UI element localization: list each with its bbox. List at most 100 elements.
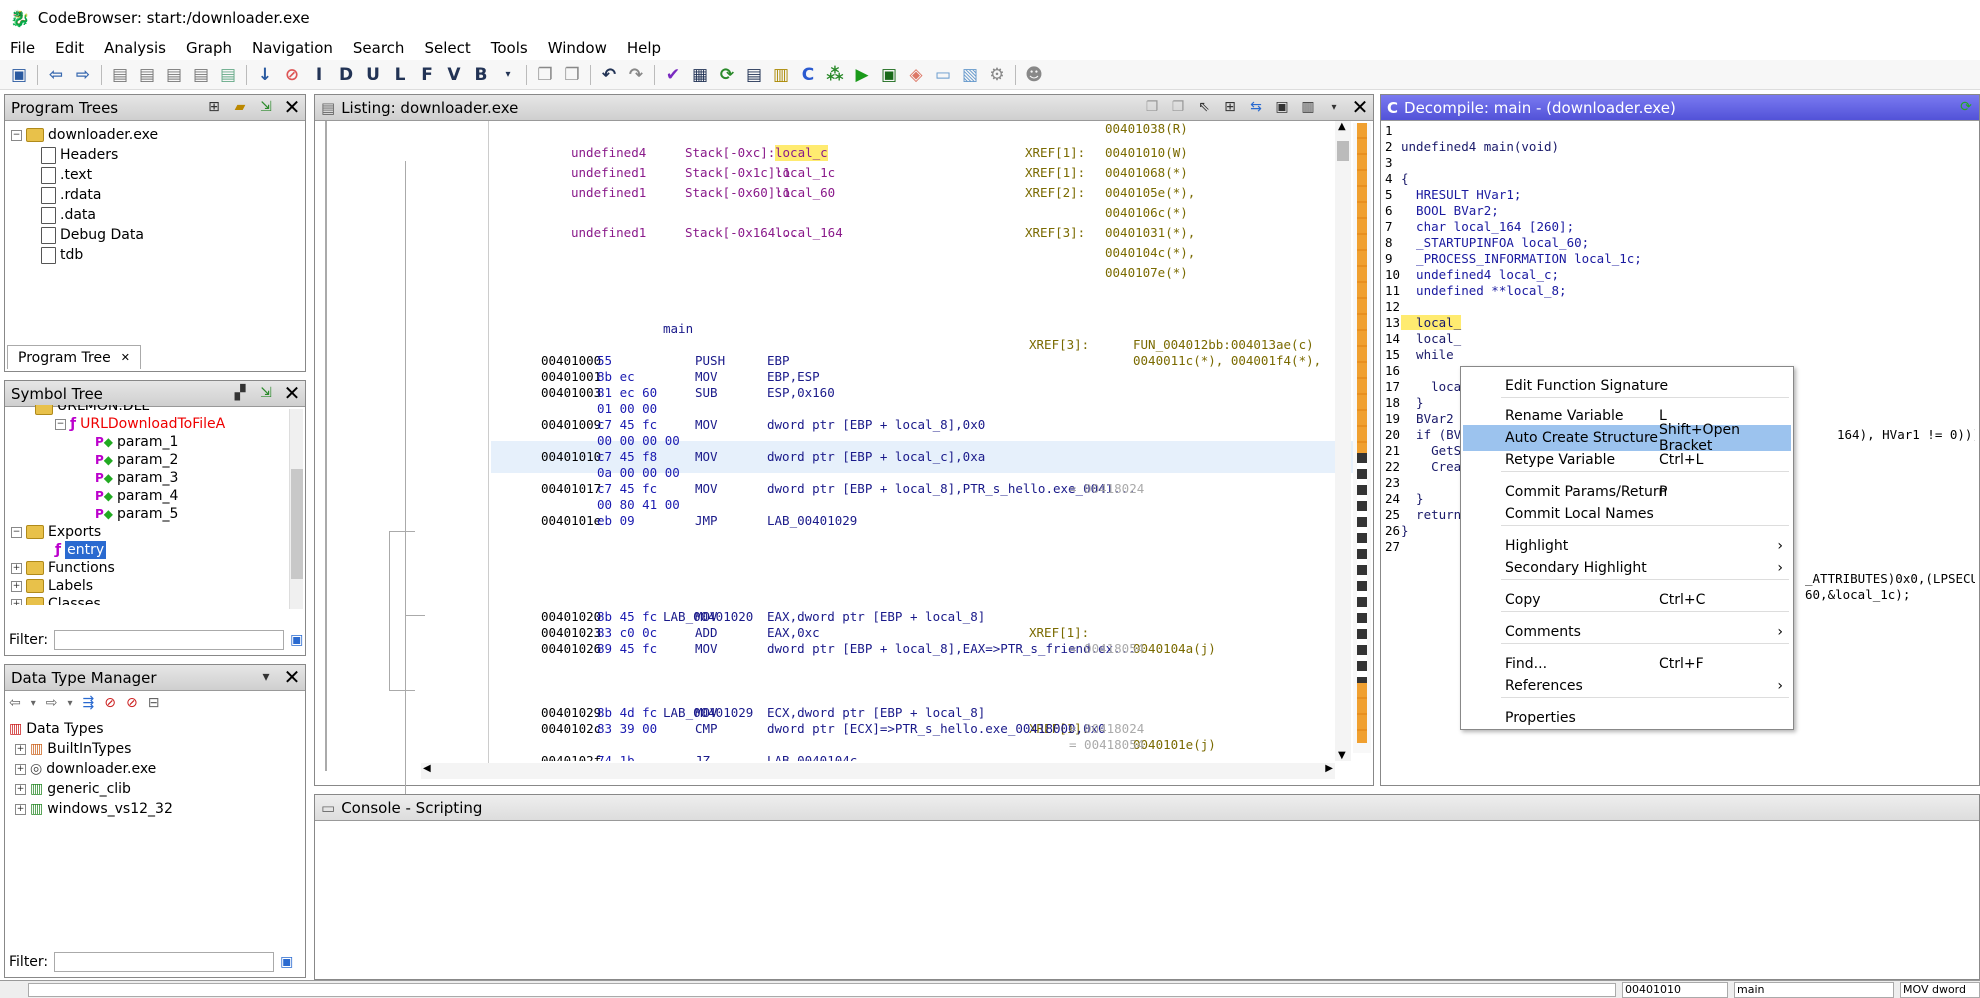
code-text[interactable]: return (1401, 507, 1461, 522)
decompile-line[interactable]: 2 undefined4 main(void) (1385, 139, 1559, 155)
new-tree-icon[interactable]: ⊞ (205, 98, 223, 116)
close-icon[interactable]: ✕ (283, 665, 301, 689)
decompile-icon[interactable]: C (799, 65, 817, 85)
copy-icon[interactable]: ❐ (1143, 98, 1161, 116)
scroll-left-icon[interactable]: ◀ (423, 763, 431, 774)
code-text[interactable]: undefined4 local_c; (1401, 267, 1559, 282)
letter-i-icon[interactable]: I (310, 65, 328, 85)
xref-refs[interactable]: FUN_004012bb:004013ae(c) (1133, 337, 1314, 353)
letter-b-icon[interactable]: B (472, 65, 490, 85)
dropdown-icon[interactable]: ▾ (499, 66, 517, 84)
code-text[interactable]: if (BV (1401, 427, 1461, 442)
code-text[interactable]: local_ (1401, 315, 1462, 330)
instruction-row[interactable]: 00401000 55 PUSH EBP (491, 353, 1351, 369)
expand-icon[interactable]: + (15, 783, 26, 795)
instruction-row[interactable]: 00401001 8b ec MOV EBP,ESP (491, 369, 1351, 385)
code-text[interactable]: BVar2 = (1401, 411, 1469, 426)
decompile-line[interactable]: 14 local_ (1385, 331, 1461, 347)
code-text[interactable]: HRESULT HVar1; (1401, 187, 1521, 202)
menu-file[interactable]: File (10, 39, 35, 57)
instruction-address[interactable]: 00401009 (541, 417, 601, 433)
var-name[interactable]: local_60 (775, 185, 835, 201)
tree-root[interactable]: − downloader.exe (11, 125, 158, 145)
instruction-row[interactable]: = 00418054 (491, 737, 1351, 753)
decompile-line[interactable]: 27 (1385, 539, 1401, 555)
options-icon[interactable]: ▥ (1299, 98, 1317, 116)
tree-item-param[interactable]: P◆ param_2 (11, 451, 291, 469)
collapse-all-icon[interactable]: ⊟ (148, 695, 160, 711)
decompile-line[interactable]: 7 char local_164 [260]; (1385, 219, 1574, 235)
xref-refs[interactable]: 0040107e(*) (1105, 265, 1188, 281)
nav-data-icon[interactable]: ▤ (111, 65, 129, 85)
tree-item[interactable]: + ▥ BuiltInTypes (9, 739, 173, 759)
tree-item[interactable]: URLMON.DLL (11, 405, 291, 415)
collapse-icon[interactable]: − (11, 526, 22, 538)
decompile-line[interactable]: 26} (1385, 523, 1409, 539)
decompile-line[interactable]: 15 while (1385, 347, 1454, 363)
scroll-down-icon[interactable]: ▼ (1338, 750, 1346, 761)
code-text[interactable]: _PROCESS_INFORMATION local_1c; (1401, 251, 1642, 266)
script-icon[interactable]: ⚙ (988, 65, 1006, 85)
instruction-row[interactable]: 0040101e eb 09 JMP LAB_00401029 (491, 513, 1351, 529)
code-text[interactable]: undefined4 main(void) (1401, 139, 1559, 154)
decompile-line[interactable]: 21 GetS (1385, 443, 1461, 459)
decompile-line[interactable]: 20 if (BV (1385, 427, 1461, 443)
decompile-line[interactable]: 8 _STARTUPINFOA local_60; (1385, 235, 1589, 251)
tree-item-param[interactable]: P◆ param_4 (11, 487, 291, 505)
tree-item[interactable]: Debug Data (11, 225, 158, 245)
code-text[interactable]: { (1401, 171, 1409, 186)
tree-item[interactable]: + ▥ windows_vs12_32 (9, 799, 173, 819)
close-icon[interactable]: ✕ (1351, 95, 1369, 119)
close-icon[interactable]: ✕ (283, 381, 301, 405)
instruction-row[interactable]: 0040102c 83 39 00 CMP dword ptr [ECX]=>PTR_… (491, 721, 1351, 737)
back-arrow-icon[interactable]: ⇦ (47, 65, 65, 85)
xref-refs[interactable]: 0040106c(*) (1105, 205, 1188, 221)
decompile-line[interactable]: 5 HRESULT HVar1; (1385, 187, 1521, 203)
decompile-line[interactable]: 19 BVar2 = (1385, 411, 1469, 427)
snapshot-icon[interactable]: ⇲ (257, 98, 275, 116)
decompile-line[interactable]: 25 return (1385, 507, 1461, 523)
refresh-icon[interactable]: ⟳ (1957, 98, 1975, 116)
instruction-row[interactable]: 00401020 8b 45 fc MOV EAX,dword ptr [EBP + … (491, 609, 1351, 625)
instruction-row[interactable]: 00401003 81 ec 60 SUB ESP,0x160 (491, 385, 1351, 401)
menu-help[interactable]: Help (627, 39, 661, 57)
decompile-line[interactable]: 4{ (1385, 171, 1409, 187)
save-icon[interactable]: ▣ (10, 65, 28, 85)
tree-item-param[interactable]: P◆ param_1 (11, 433, 291, 451)
paste-icon[interactable]: ❐ (563, 65, 581, 85)
instruction-row[interactable]: 0a 00 00 00 (491, 465, 1351, 481)
instruction-row[interactable]: 0040102f 74 1b JZ LAB_0040104c (491, 753, 1351, 761)
tree-item[interactable]: tdb (11, 245, 158, 265)
dropdown-icon[interactable]: ▾ (31, 698, 36, 709)
instruction-address[interactable]: 0040101e (541, 513, 601, 529)
decompile-line[interactable]: 6 BOOL BVar2; (1385, 203, 1499, 219)
memory-icon[interactable]: ▥ (772, 65, 790, 85)
snapshot-icon[interactable]: ⇲ (257, 384, 275, 402)
decompile-line[interactable]: 16 (1385, 363, 1401, 379)
undo-icon[interactable]: ↶ (600, 65, 618, 85)
instruction-row[interactable]: 00 80 41 00 (491, 497, 1351, 513)
instruction-address[interactable]: 00401023 (541, 625, 601, 641)
instruction-row[interactable]: 00401009 c7 45 fc MOV dword ptr [EBP + loca… (491, 417, 1351, 433)
collapse-icon[interactable]: − (55, 418, 66, 430)
tree-item-entry[interactable]: ƒ entry (11, 541, 291, 559)
open-folder-icon[interactable]: ▰ (231, 98, 249, 116)
var-name[interactable]: local_c (775, 145, 828, 161)
code-text[interactable]: } (1401, 523, 1409, 538)
xref-refs[interactable]: 0040105e(*), (1105, 185, 1195, 201)
refresh-icon[interactable]: ⟳ (718, 65, 736, 85)
expand-icon[interactable]: + (11, 562, 22, 574)
listing-hscrollbar[interactable]: ◀ ▶ (421, 763, 1335, 779)
decompile-line[interactable]: 3 (1385, 155, 1401, 171)
tree-item[interactable]: Headers (11, 145, 158, 165)
tree-expand-icon[interactable]: ⇶ (83, 695, 95, 711)
tab-close-icon[interactable]: ✕ (121, 351, 130, 364)
listing-vscrollbar[interactable]: ▲ ▼ (1335, 121, 1351, 761)
letter-u-icon[interactable]: U (364, 65, 382, 85)
code-text[interactable]: local_ (1401, 331, 1461, 346)
context-menu-item[interactable]: Edit Function Signature (1463, 373, 1791, 399)
program-tree-tab[interactable]: Program Tree ✕ (7, 345, 141, 369)
tree-item[interactable]: + ◎ downloader.exe (9, 759, 173, 779)
code-text[interactable]: char local_164 [260]; (1401, 219, 1574, 234)
scroll-thumb[interactable] (1337, 141, 1349, 161)
